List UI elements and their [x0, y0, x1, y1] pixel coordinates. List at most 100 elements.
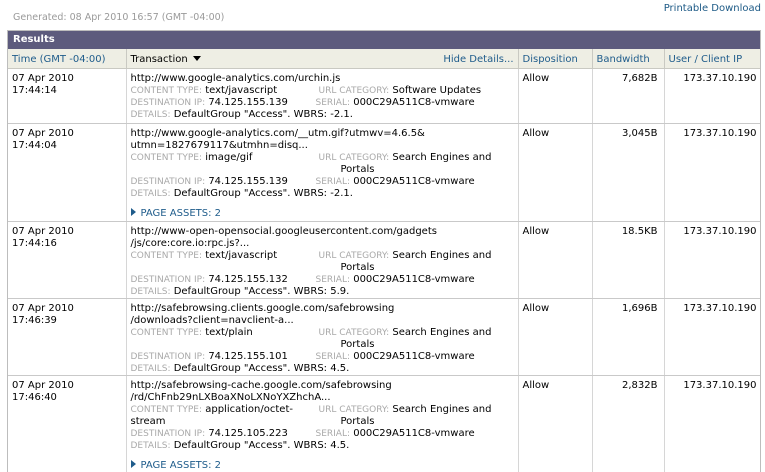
destination-ip-label: DESTINATION IP:: [130, 351, 206, 362]
results-table: Time (GMT -04:00) Transaction Hide Detai…: [8, 49, 760, 472]
content-type-line: CONTENT TYPE: text/plain URL CATEGORY: S…: [131, 327, 514, 339]
destination-ip-value: 74.125.105.223: [208, 427, 288, 439]
continuation-line: Portals: [131, 262, 514, 274]
transaction-url: http://www.google-analytics.com/urchin.j…: [130, 72, 341, 84]
serial-value: 000C29A511C8-vmware: [353, 96, 475, 108]
url-category: URL CATEGORY: Search Engines and: [319, 152, 492, 164]
disposition-value: Allow: [522, 127, 550, 139]
content-type-line: CONTENT TYPE: text/javascript URL CATEGO…: [131, 85, 514, 97]
page-assets-toggle[interactable]: PAGE ASSETS: 2: [130, 207, 514, 220]
url-category-value: Search Engines and: [392, 326, 492, 338]
user-ip-value: 173.37.10.190: [683, 379, 757, 391]
url-category-value: Search Engines and: [392, 249, 492, 261]
url-category: URL CATEGORY: Software Updates: [319, 85, 482, 97]
bandwidth-value: 7,682B: [622, 72, 658, 84]
column-header-transaction[interactable]: Transaction Hide Details...: [126, 49, 519, 69]
serial-label: SERIAL:: [315, 351, 351, 362]
column-header-user-ip[interactable]: User / Client IP: [664, 49, 760, 69]
serial: SERIAL: 000C29A511C8-vmware: [316, 274, 475, 286]
url-category-label: URL CATEGORY:: [318, 85, 390, 96]
bandwidth-value: 3,045B: [622, 127, 658, 139]
row-disposition: Allow: [518, 298, 593, 376]
generated-timestamp: Generated: 08 Apr 2010 16:57 (GMT -04:00…: [13, 12, 225, 23]
row-time: 07 Apr 2010 17:44:16: [8, 221, 127, 299]
serial: SERIAL: 000C29A511C8-vmware: [316, 428, 475, 440]
bandwidth-value: 1,696B: [622, 302, 658, 314]
column-header-time[interactable]: Time (GMT -04:00): [8, 49, 127, 69]
column-header-bandwidth[interactable]: Bandwidth: [592, 49, 665, 69]
destination-line: DESTINATION IP: 74.125.155.132 SERIAL: 0…: [131, 274, 514, 286]
row-disposition: Allow: [518, 375, 593, 472]
sort-desc-icon: [192, 56, 201, 62]
continuation-line: stream Portals: [131, 416, 514, 428]
user-ip-value: 173.37.10.190: [683, 72, 757, 84]
row-disposition: Allow: [518, 221, 593, 299]
row-disposition: Allow: [518, 123, 593, 222]
disposition-value: Allow: [522, 302, 550, 314]
user-ip-value: 173.37.10.190: [683, 127, 757, 139]
page-assets-toggle[interactable]: PAGE ASSETS: 2: [130, 459, 514, 472]
transaction-url: http://safebrowsing-cache.google.com/saf…: [130, 379, 392, 391]
details-line: DETAILS: DefaultGroup "Access". WBRS: -2…: [131, 188, 514, 200]
row-transaction: http://www-open-opensocial.googleusercon…: [126, 221, 519, 299]
row-transaction: http://safebrowsing.clients.google.com/s…: [126, 298, 519, 376]
content-type-value: text/plain: [205, 326, 253, 338]
table-row: 07 Apr 2010 17:46:40 http://safebrowsing…: [8, 375, 760, 472]
column-header-disposition[interactable]: Disposition: [518, 49, 593, 69]
table-row: 07 Apr 2010 17:44:14 http://www.google-a…: [8, 68, 760, 124]
row-time: 07 Apr 2010 17:46:39: [8, 298, 127, 376]
content-type-value-cont: stream: [130, 415, 166, 427]
destination-ip-label: DESTINATION IP:: [130, 274, 206, 285]
url-category: URL CATEGORY: Search Engines and: [319, 327, 492, 339]
row-user-ip: 173.37.10.190: [664, 123, 760, 222]
serial: SERIAL: 000C29A511C8-vmware: [316, 97, 475, 109]
url-category-value: Search Engines and: [392, 151, 492, 163]
printable-download-link[interactable]: Printable Download: [664, 3, 761, 14]
url-category-value-cont: Portals: [340, 163, 375, 175]
content-type-value: image/gif: [205, 151, 253, 163]
hide-details-link[interactable]: Hide Details...: [443, 54, 513, 65]
disposition-value: Allow: [522, 72, 550, 84]
serial: SERIAL: 000C29A511C8-vmware: [316, 176, 475, 188]
serial-label: SERIAL:: [315, 428, 351, 439]
destination-ip-value: 74.125.155.139: [208, 96, 288, 108]
destination-ip-value: 74.125.155.101: [208, 350, 288, 362]
transaction-url-cont: /js/core:core.io:rpc.js?...: [130, 237, 250, 249]
details-value: DefaultGroup "Access". WBRS: 4.5.: [173, 362, 350, 374]
table-header-row: Time (GMT -04:00) Transaction Hide Detai…: [8, 49, 760, 69]
time-value: 07 Apr 2010 17:46:40: [12, 379, 74, 403]
destination-line: DESTINATION IP: 74.125.155.101 SERIAL: 0…: [131, 351, 514, 363]
row-transaction: http://www.google-analytics.com/__utm.gi…: [126, 123, 519, 222]
content-type-value: text/javascript: [205, 249, 278, 261]
details-value: DefaultGroup "Access". WBRS: 4.5.: [173, 439, 350, 451]
results-panel: Results Time (GMT -04:00) Transaction Hi…: [7, 30, 761, 472]
time-value: 07 Apr 2010 17:46:39: [12, 302, 74, 326]
row-bandwidth: 7,682B: [592, 68, 665, 124]
user-ip-value: 173.37.10.190: [683, 225, 757, 237]
row-user-ip: 173.37.10.190: [664, 298, 760, 376]
url-category-label: URL CATEGORY:: [318, 327, 390, 338]
serial-value: 000C29A511C8-vmware: [353, 273, 475, 285]
url-category-value: Search Engines and: [392, 403, 492, 415]
destination-line: DESTINATION IP: 74.125.155.139 SERIAL: 0…: [131, 97, 514, 109]
content-type-label: CONTENT TYPE:: [130, 152, 203, 163]
details-label: DETAILS:: [130, 440, 171, 451]
expand-triangle-icon: [130, 207, 136, 216]
transaction-url: http://www-open-opensocial.googleusercon…: [130, 225, 437, 237]
row-user-ip: 173.37.10.190: [664, 68, 760, 124]
serial-value: 000C29A511C8-vmware: [353, 175, 475, 187]
row-time: 07 Apr 2010 17:44:14: [8, 68, 127, 124]
content-type-label: CONTENT TYPE:: [130, 404, 203, 415]
details-label: DETAILS:: [130, 286, 171, 297]
details-label: DETAILS:: [130, 363, 171, 374]
serial-value: 000C29A511C8-vmware: [353, 427, 475, 439]
continuation-line: Portals: [131, 339, 514, 351]
details-label: DETAILS:: [130, 188, 171, 199]
bandwidth-value: 2,832B: [622, 379, 658, 391]
continuation-line: Portals: [131, 164, 514, 176]
url-category-value: Software Updates: [392, 84, 482, 96]
url-category-label: URL CATEGORY:: [318, 152, 390, 163]
url-category-value-cont: Portals: [340, 261, 375, 273]
page-assets-label: PAGE ASSETS: 2: [140, 459, 222, 471]
row-time: 07 Apr 2010 17:44:04: [8, 123, 127, 222]
